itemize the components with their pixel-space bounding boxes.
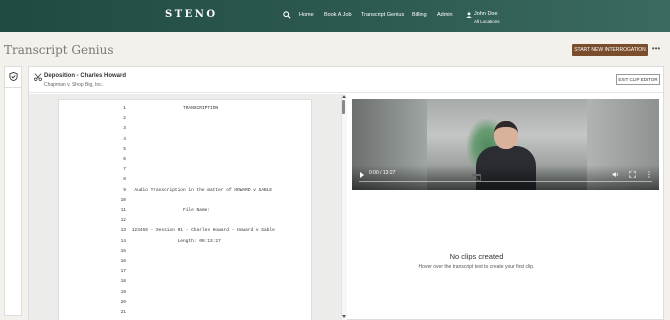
exit-clip-editor-button[interactable]: EXIT CLIP EDITOR <box>616 74 660 85</box>
line-number: 18 <box>120 279 126 285</box>
line-text[interactable]: Audio Transcription in the matter of HOW… <box>129 188 272 193</box>
transcript-line[interactable]: 3 <box>59 126 311 136</box>
no-clips-hint: Hover over the transcript text to create… <box>418 264 535 270</box>
line-number: 15 <box>120 248 126 254</box>
transcript-page[interactable]: 1 TRANSCRIPTION 2 3 4 5 6 7 8 9 Audio Transcript… <box>58 99 312 320</box>
transcript-line[interactable]: 8 <box>59 177 311 187</box>
volume-icon[interactable] <box>612 171 619 178</box>
scroll-thumb[interactable] <box>342 100 345 114</box>
start-new-interrogation-button[interactable]: START NEW INTERROGATION <box>572 44 648 56</box>
card-header: Deposition - Charles Howard Chapman v. S… <box>29 67 663 93</box>
transcript-line[interactable]: 17 <box>59 269 311 279</box>
line-number: 7 <box>123 167 126 173</box>
line-number: 9 <box>123 187 126 193</box>
nav-transcript-genius[interactable]: Transcript Genius <box>361 12 404 18</box>
line-number: 21 <box>120 310 126 315</box>
video-time: 0:00 / 13:27 <box>369 170 396 176</box>
line-number: 11 <box>120 208 126 213</box>
transcript-line[interactable]: 5 <box>59 146 311 157</box>
fullscreen-icon[interactable] <box>629 171 636 178</box>
transcript-scrollbar[interactable] <box>341 94 347 320</box>
transcript-line[interactable]: 16 <box>59 259 311 269</box>
scissors-icon <box>34 73 42 81</box>
line-number: 3 <box>123 126 126 132</box>
transcript-line[interactable]: 12 <box>59 218 311 228</box>
transcript-line[interactable]: 13 123456 - Session 01 - Charles Howard … <box>59 228 311 238</box>
brand-logo[interactable]: STENO <box>165 9 218 20</box>
clip-editor-card: Deposition - Charles Howard Chapman v. S… <box>28 66 664 320</box>
video-person-head <box>494 121 518 149</box>
user-name: John Doe <box>474 11 498 17</box>
line-number: 5 <box>123 146 126 152</box>
line-number: 19 <box>120 289 126 295</box>
clip-icon <box>472 173 481 181</box>
scroll-down-arrow[interactable] <box>342 315 346 318</box>
case-name: Chapman v. Shop Big, Inc. <box>44 82 104 88</box>
line-number: 17 <box>120 269 126 275</box>
line-number: 2 <box>123 116 126 122</box>
transcript-line[interactable]: 15 <box>59 248 311 259</box>
rail-divider <box>5 87 21 88</box>
line-number: 6 <box>123 157 126 162</box>
top-nav-bar: STENO Home Book A Job Transcript Genius … <box>0 0 670 32</box>
nav-book-a-job[interactable]: Book A Job <box>324 12 352 18</box>
line-text[interactable]: Length: 00:13:27 <box>129 239 221 244</box>
line-number: 14 <box>120 238 126 244</box>
transcript-pane: 1 TRANSCRIPTION 2 3 4 5 6 7 8 9 Audio Transcript… <box>29 94 347 320</box>
transcript-line[interactable]: 2 <box>59 116 311 126</box>
search-icon[interactable] <box>283 11 291 19</box>
user-icon <box>466 12 472 18</box>
video-player[interactable]: 0:00 / 13:27 <box>352 99 659 190</box>
left-rail <box>4 66 22 316</box>
user-location: All Locations <box>474 19 500 24</box>
transcript-line[interactable]: 21 <box>59 310 311 320</box>
transcript-line[interactable]: 1 TRANSCRIPTION <box>59 106 311 116</box>
page-title: Transcript Genius <box>4 43 114 57</box>
nav-admin[interactable]: Admin <box>437 12 453 18</box>
line-number: 16 <box>120 259 126 264</box>
transcript-line[interactable]: 6 <box>59 157 311 167</box>
transcript-line[interactable]: 4 <box>59 136 311 147</box>
line-number: 8 <box>123 177 126 183</box>
shield-icon[interactable] <box>9 72 18 81</box>
line-number: 10 <box>120 197 126 203</box>
line-text[interactable]: TRANSCRIPTION <box>129 106 218 111</box>
transcript-line[interactable]: 19 <box>59 289 311 300</box>
line-text[interactable]: 123456 - Session 01 - Charles Howard - H… <box>129 228 275 233</box>
no-clips-title: No clips created <box>449 252 504 261</box>
kebab-menu-icon[interactable] <box>646 171 652 178</box>
line-text[interactable]: File Name: <box>129 208 210 213</box>
transcript-line[interactable]: 7 <box>59 167 311 177</box>
line-number: 12 <box>120 218 126 224</box>
transcript-line[interactable]: 20 <box>59 299 311 310</box>
transcript-line[interactable]: 9 Audio Transcription in the matter of H… <box>59 187 311 198</box>
line-number: 13 <box>120 228 126 234</box>
transcript-line[interactable]: 11 File Name: <box>59 208 311 218</box>
nav-home[interactable]: Home <box>299 12 314 18</box>
line-number: 1 <box>123 106 126 111</box>
transcript-line[interactable]: 10 <box>59 197 311 208</box>
video-progress-bar[interactable] <box>359 181 652 182</box>
transcript-line[interactable]: 14 Length: 00:13:27 <box>59 238 311 249</box>
line-number: 4 <box>123 136 126 142</box>
line-number: 20 <box>120 299 126 305</box>
nav-billing[interactable]: Billing <box>412 12 427 18</box>
more-options-button[interactable]: ••• <box>651 44 661 56</box>
play-icon[interactable] <box>360 172 364 178</box>
deposition-title: Deposition - Charles Howard <box>44 73 127 79</box>
transcript-line[interactable]: 18 <box>59 279 311 289</box>
scroll-up-arrow[interactable] <box>342 95 346 98</box>
